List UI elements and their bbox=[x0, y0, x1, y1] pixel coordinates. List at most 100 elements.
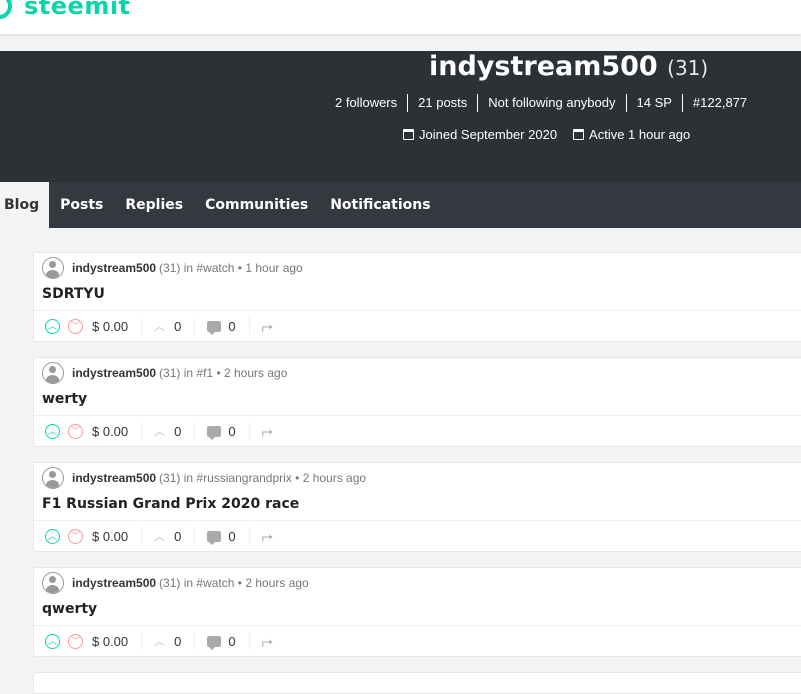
post-payout[interactable]: $ 0.00 bbox=[92, 634, 128, 649]
profile-name: indystream500 (31) bbox=[429, 51, 708, 82]
post-time[interactable]: • 2 hours ago bbox=[216, 366, 287, 380]
vote-count[interactable]: 0 bbox=[174, 634, 181, 649]
following-link[interactable]: Not following anybody bbox=[478, 94, 627, 112]
comment-icon[interactable] bbox=[207, 320, 222, 335]
divider bbox=[248, 422, 250, 440]
tab-replies[interactable]: Replies bbox=[114, 182, 194, 228]
steemit-logo-icon bbox=[0, 0, 12, 19]
profile-username: indystream500 bbox=[429, 51, 658, 82]
comment-icon[interactable] bbox=[207, 635, 222, 650]
post-community[interactable]: #watch bbox=[196, 261, 234, 275]
profile-banner: indystream500 (31) 2 followers 21 posts … bbox=[0, 51, 801, 182]
post-community[interactable]: #russiangrandprix bbox=[196, 471, 291, 485]
divider bbox=[248, 317, 250, 335]
comment-icon[interactable] bbox=[207, 530, 222, 545]
tab-notifications[interactable]: Notifications bbox=[319, 182, 441, 228]
downvote-button[interactable]: ﹀ bbox=[68, 633, 83, 649]
post-title[interactable]: werty bbox=[42, 391, 87, 407]
comment-count[interactable]: 0 bbox=[228, 319, 235, 334]
steemit-logo[interactable]: steemit bbox=[0, 0, 131, 20]
post-header: indystream500 (31) in #watch • 2 hours a… bbox=[42, 572, 309, 594]
downvote-button[interactable]: ﹀ bbox=[68, 318, 83, 334]
divider bbox=[141, 632, 143, 650]
reblog-icon[interactable]: ⮣ bbox=[262, 528, 273, 545]
post-card: indystream500 (31) in #f1 • 2 hours ago … bbox=[33, 357, 801, 447]
post-footer: ︿ ﹀ $ 0.00 ︿ 0 0 ⮣ bbox=[34, 520, 801, 551]
votes-caret-icon: ︿ bbox=[154, 531, 166, 543]
post-author-rep: (31) bbox=[159, 471, 181, 485]
downvote-button[interactable]: ﹀ bbox=[68, 528, 83, 544]
joined-text: Joined September 2020 bbox=[419, 127, 558, 142]
calendar-icon bbox=[403, 129, 414, 140]
logo-text: steemit bbox=[24, 0, 131, 20]
votes-caret-icon: ︿ bbox=[154, 636, 166, 648]
post-time[interactable]: • 2 hours ago bbox=[238, 576, 309, 590]
reblog-icon[interactable]: ⮣ bbox=[262, 423, 273, 440]
post-author[interactable]: indystream500 bbox=[72, 261, 156, 275]
profile-stats: 2 followers 21 posts Not following anybo… bbox=[325, 94, 757, 112]
comment-count[interactable]: 0 bbox=[228, 424, 235, 439]
post-community[interactable]: #watch bbox=[196, 576, 234, 590]
post-author[interactable]: indystream500 bbox=[72, 471, 156, 485]
post-card: indystream500 (31) in #watch • 1 hour ag… bbox=[33, 252, 801, 342]
in-label: in bbox=[183, 366, 194, 380]
post-payout[interactable]: $ 0.00 bbox=[92, 529, 128, 544]
votes-caret-icon: ︿ bbox=[154, 321, 166, 333]
divider bbox=[194, 632, 196, 650]
vote-count[interactable]: 0 bbox=[174, 529, 181, 544]
post-author[interactable]: indystream500 bbox=[72, 366, 156, 380]
upvote-button[interactable]: ︿ bbox=[45, 423, 60, 439]
comment-icon[interactable] bbox=[207, 425, 222, 440]
upvote-button[interactable]: ︿ bbox=[45, 633, 60, 649]
post-footer: ︿ ﹀ $ 0.00 ︿ 0 0 ⮣ bbox=[34, 415, 801, 446]
post-title[interactable]: F1 Russian Grand Prix 2020 race bbox=[42, 496, 299, 512]
avatar[interactable] bbox=[42, 467, 64, 489]
upvote-button[interactable]: ︿ bbox=[45, 318, 60, 334]
upvote-button[interactable]: ︿ bbox=[45, 528, 60, 544]
vote-count[interactable]: 0 bbox=[174, 424, 181, 439]
tab-blog[interactable]: Blog bbox=[0, 182, 50, 228]
divider bbox=[141, 317, 143, 335]
avatar[interactable] bbox=[42, 257, 64, 279]
comment-count[interactable]: 0 bbox=[228, 529, 235, 544]
post-title[interactable]: qwerty bbox=[42, 601, 97, 617]
post-header: indystream500 (31) in #watch • 1 hour ag… bbox=[42, 257, 303, 279]
comment-count[interactable]: 0 bbox=[228, 634, 235, 649]
post-card: indystream500 (31) in #watch • 2 hours a… bbox=[33, 567, 801, 657]
post-payout[interactable]: $ 0.00 bbox=[92, 424, 128, 439]
divider bbox=[141, 422, 143, 440]
rank: #122,877 bbox=[692, 95, 748, 110]
divider bbox=[194, 422, 196, 440]
divider bbox=[194, 527, 196, 545]
post-author[interactable]: indystream500 bbox=[72, 576, 156, 590]
joined-date: Joined September 2020 bbox=[403, 127, 557, 142]
followers-link[interactable]: 2 followers bbox=[325, 94, 409, 112]
post-time[interactable]: • 1 hour ago bbox=[238, 261, 303, 275]
downvote-button[interactable]: ﹀ bbox=[68, 423, 83, 439]
divider bbox=[248, 527, 250, 545]
post-time[interactable]: • 2 hours ago bbox=[295, 471, 366, 485]
divider bbox=[194, 317, 196, 335]
profile-meta: Joined September 2020 Active 1 hour ago bbox=[403, 127, 690, 142]
in-label: in bbox=[183, 576, 194, 590]
post-feed: indystream500 (31) in #watch • 1 hour ag… bbox=[33, 252, 801, 694]
post-footer: ︿ ﹀ $ 0.00 ︿ 0 0 ⮣ bbox=[34, 310, 801, 341]
top-bar: steemit bbox=[0, 0, 801, 34]
avatar[interactable] bbox=[42, 572, 64, 594]
divider bbox=[141, 527, 143, 545]
post-community[interactable]: #f1 bbox=[196, 366, 213, 380]
vote-count[interactable]: 0 bbox=[174, 319, 181, 334]
reblog-icon[interactable]: ⮣ bbox=[262, 318, 273, 335]
reblog-icon[interactable]: ⮣ bbox=[262, 633, 273, 650]
post-payout[interactable]: $ 0.00 bbox=[92, 319, 128, 334]
in-label: in bbox=[183, 261, 194, 275]
calendar-icon bbox=[573, 129, 585, 140]
avatar[interactable] bbox=[42, 362, 64, 384]
tab-posts[interactable]: Posts bbox=[49, 182, 114, 228]
profile-reputation: (31) bbox=[667, 56, 709, 80]
active-text: Active 1 hour ago bbox=[589, 127, 691, 142]
tab-communities[interactable]: Communities bbox=[194, 182, 319, 228]
post-header: indystream500 (31) in #f1 • 2 hours ago bbox=[42, 362, 287, 384]
post-title[interactable]: SDRTYU bbox=[42, 286, 105, 302]
post-footer: ︿ ﹀ $ 0.00 ︿ 0 0 ⮣ bbox=[34, 625, 801, 656]
